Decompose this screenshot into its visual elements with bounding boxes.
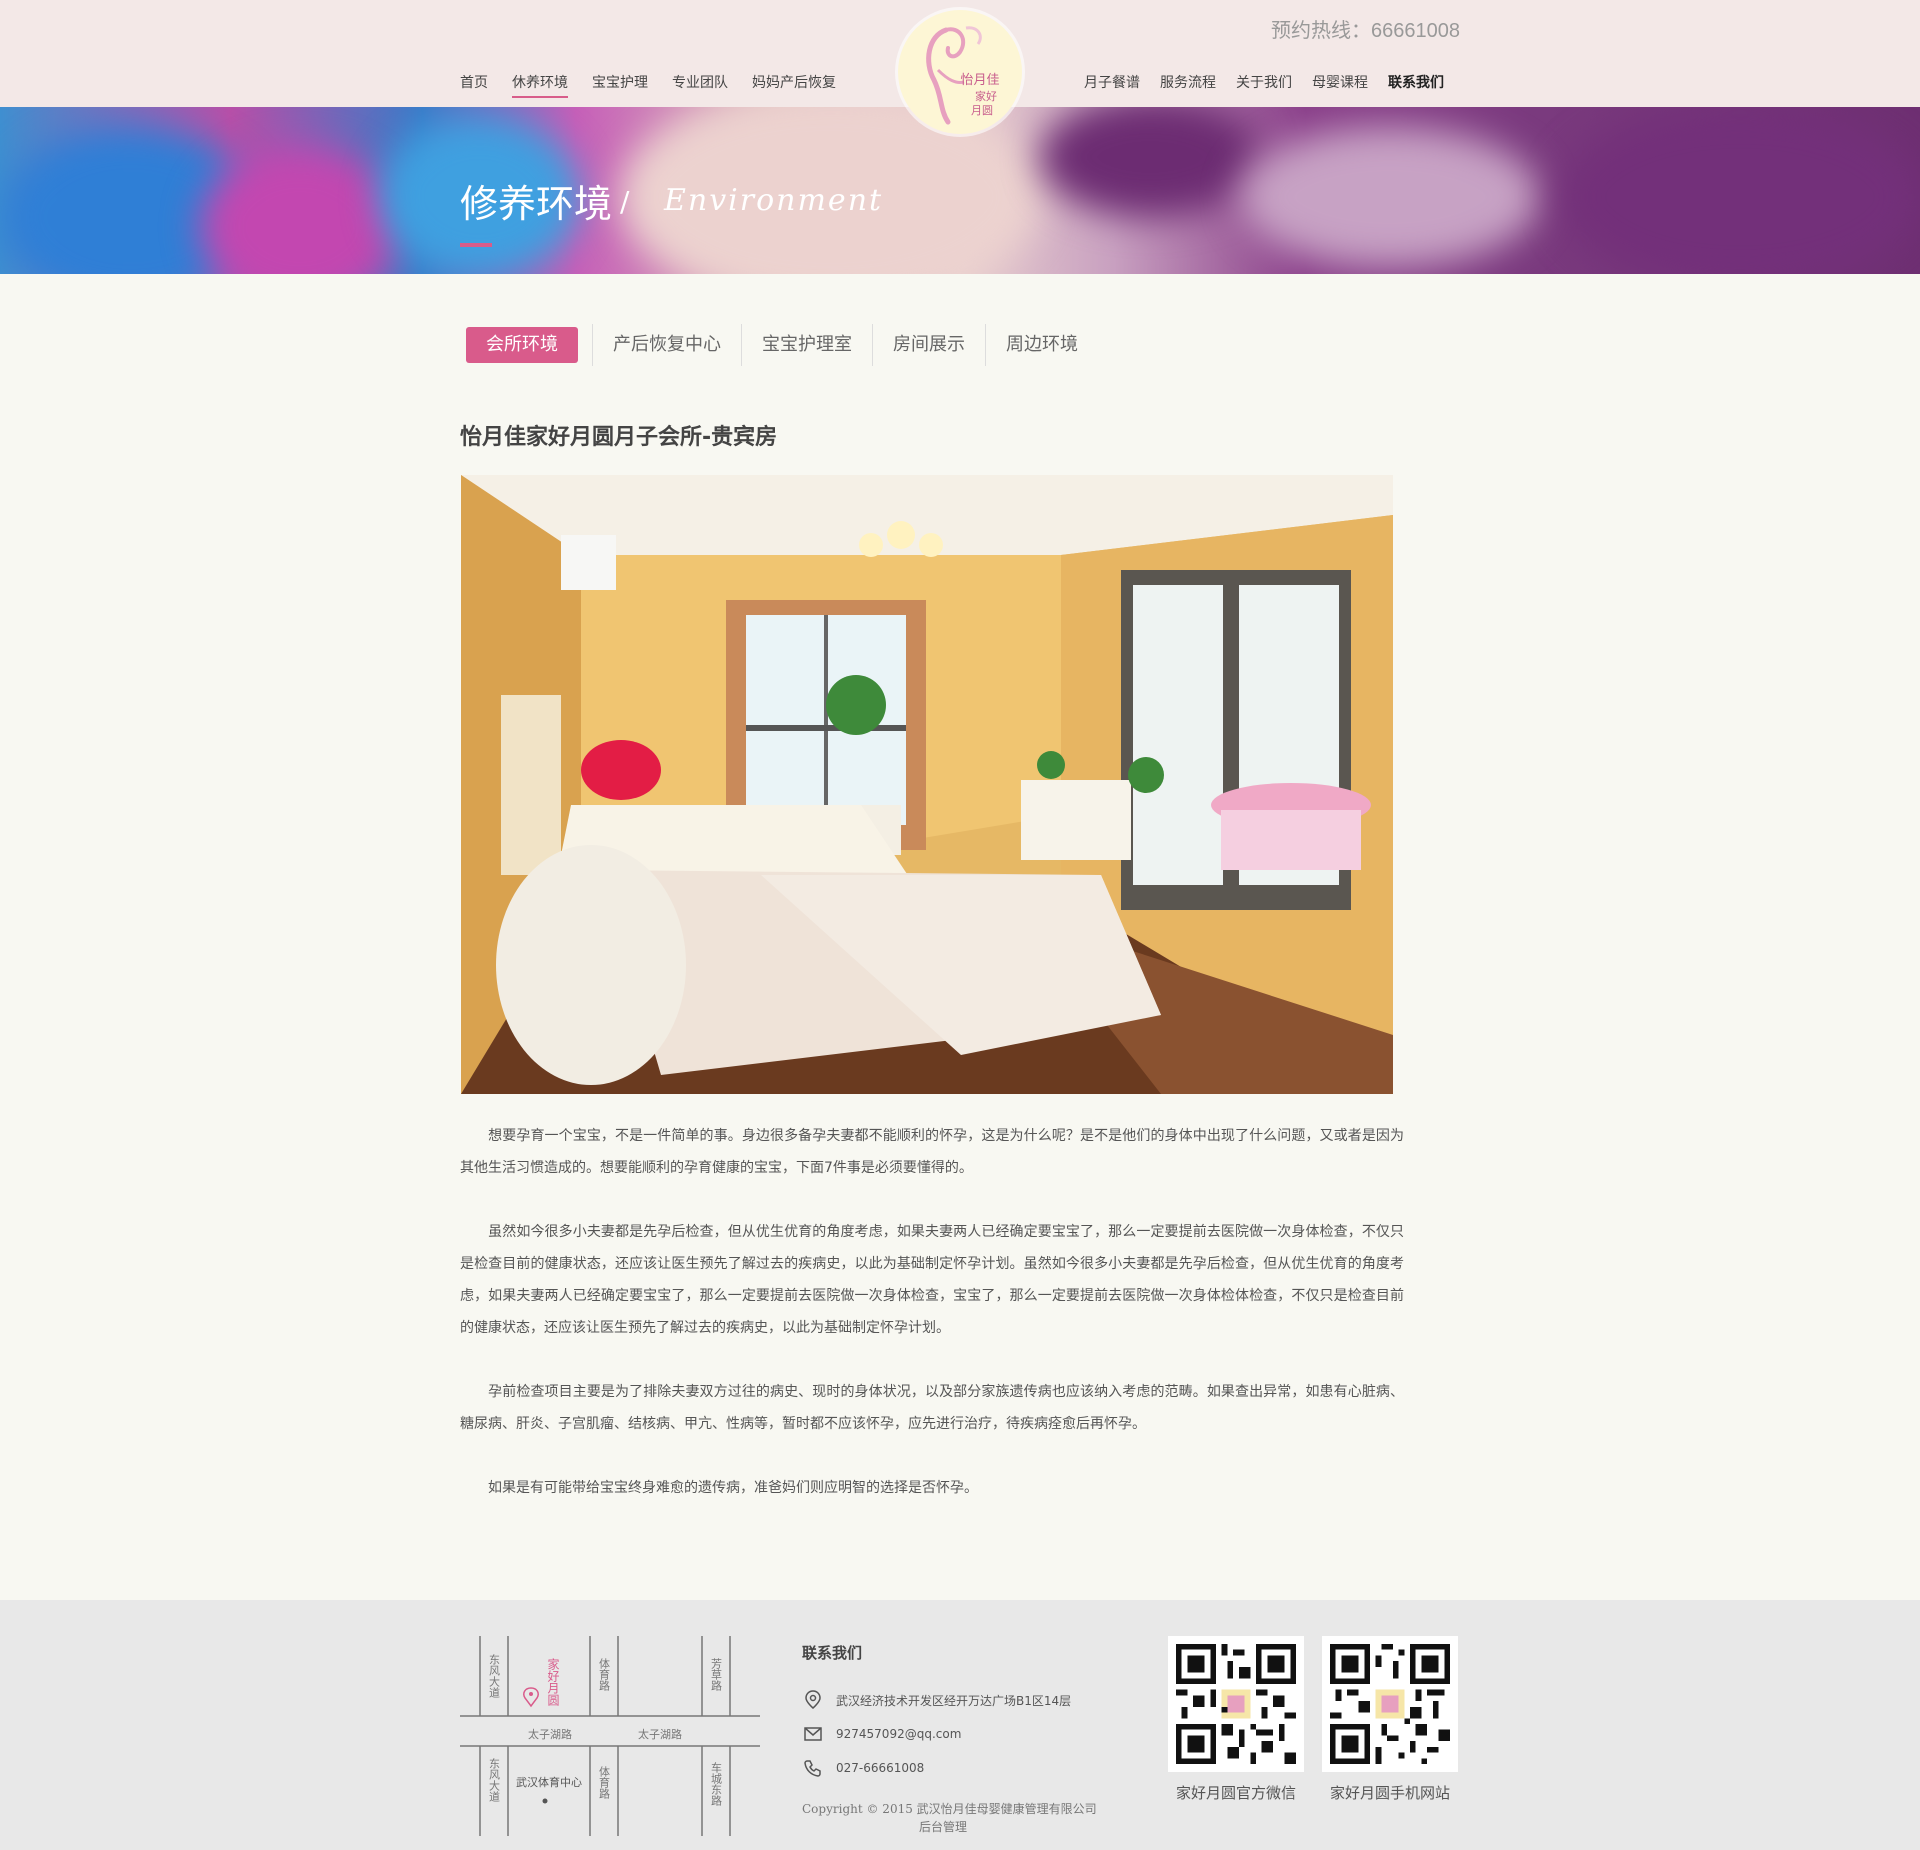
nav-contact[interactable]: 联系我们 [1388,72,1444,96]
article-paragraph: 如果是有可能带给宝宝终身难愈的遗传病，准爸妈们则应明智的选择是否怀孕。 [460,1480,978,1496]
location-map[interactable]: 东风大道 体育路 芳草路 太子湖路 太子湖路 东风大道 体育路 车城东路 家好月… [460,1636,760,1836]
tab-recovery-center[interactable]: 产后恢复中心 [592,324,741,366]
nav-meals[interactable]: 月子餐谱 [1084,72,1140,96]
site-logo[interactable]: 怡月佳 家好 月圆 [898,10,1022,134]
qr-code-icon [1330,1644,1450,1764]
contact-block: 联系我们 武汉经济技术开发区经开万达广场B1区14层 927457092@qq.… [802,1642,1071,1785]
contact-title: 联系我们 [802,1644,863,1662]
map-road-label: 太子湖路 [528,1728,572,1741]
logo-text-1: 怡月佳 [960,73,999,88]
contact-phone: 027-66661008 [802,1751,1071,1785]
nav-postpartum[interactable]: 妈妈产后恢复 [752,72,836,98]
banner-blob [1040,107,1260,217]
banner-slash: / [620,185,630,218]
qr-code-box [1168,1636,1304,1772]
nav-baby-care[interactable]: 宝宝护理 [592,72,648,98]
category-tabs: 会所环境 产后恢复中心 宝宝护理室 房间展示 周边环境 [460,324,1098,366]
tab-baby-care-room[interactable]: 宝宝护理室 [741,324,872,366]
map-illustration: 东风大道 体育路 芳草路 太子湖路 太子湖路 东风大道 体育路 车城东路 家好月… [460,1636,760,1836]
bedroom-image [461,475,1393,1094]
address-text: 武汉经济技术开发区经开万达广场B1区14层 [836,1693,1072,1708]
wechat-qr-caption: 家好月圆官方微信 [1175,1784,1296,1802]
article-body: 想要孕育一个宝宝，不是一件简单的事。身边很多备孕夫妻都不能顺利的怀孕，这是为什么… [460,1120,1404,1536]
wechat-qr: 家好月圆官方微信 [1168,1636,1304,1803]
map-pin-icon [523,1687,539,1708]
logo-text-2: 家好 [975,89,997,103]
banner-title: 修养环境 [460,182,613,226]
map-road-label: 东风大道 [488,1758,501,1802]
phone-icon [802,1757,824,1779]
email-icon [802,1723,824,1745]
nav-process[interactable]: 服务流程 [1160,72,1216,96]
article-paragraph: 想要孕育一个宝宝，不是一件简单的事。身边很多备孕夫妻都不能顺利的怀孕，这是为什么… [460,1128,1404,1176]
nav-courses[interactable]: 母婴课程 [1312,72,1368,96]
nav-team[interactable]: 专业团队 [672,72,728,98]
article-paragraph: 孕前检查项目主要是为了排除夫妻双方过往的病史、现时的身体状况，以及部分家族遗传病… [460,1384,1404,1432]
hotline: 预约热线：66661008 [1271,20,1460,42]
room-photo [461,475,1393,1094]
map-landmark-label: 武汉体育中心 [516,1775,582,1789]
nav-about[interactable]: 关于我们 [1236,72,1292,96]
nav-right: 月子餐谱 服务流程 关于我们 母婴课程 联系我们 [1084,72,1464,96]
logo-mother-baby-icon: 怡月佳 家好 月圆 [926,26,1000,125]
site-footer: 东风大道 体育路 芳草路 太子湖路 太子湖路 东风大道 体育路 车城东路 家好月… [0,1600,1920,1850]
logo-text-3: 月圆 [971,104,993,117]
tab-surroundings[interactable]: 周边环境 [985,324,1098,366]
tab-club-environment[interactable]: 会所环境 [466,327,578,363]
phone-text[interactable]: 027-66661008 [836,1761,924,1775]
mobile-site-qr: 家好月圆手机网站 [1322,1636,1458,1803]
qr-code-icon [1176,1644,1296,1764]
location-icon [802,1689,824,1711]
qr-code-box [1322,1636,1458,1772]
map-road-label: 东风大道 [488,1654,501,1698]
article-title: 怡月佳家好月圆月子会所-贵宾房 [460,425,778,450]
copyright-text: Copyright © 2015 武汉怡月佳母婴健康管理有限公司 [802,1802,1097,1816]
admin-link[interactable]: 后台管理 [802,1818,1097,1836]
article-paragraph: 虽然如今很多小夫妻都是先孕后检查，但从优生优育的角度考虑，如果夫妻两人已经确定要… [460,1224,1404,1336]
nav-home[interactable]: 首页 [460,72,488,98]
email-text[interactable]: 927457092@qq.com [836,1727,961,1741]
map-road-label: 体育路 [598,1657,611,1692]
map-road-label: 车城东路 [710,1761,723,1807]
contact-address: 武汉经济技术开发区经开万达广场B1区14层 [802,1683,1071,1717]
nav-environment[interactable]: 休养环境 [512,72,568,98]
banner-blob [1560,107,1920,274]
mobile-site-qr-caption: 家好月圆手机网站 [1329,1784,1450,1802]
map-road-label: 太子湖路 [638,1728,682,1741]
map-road-label: 体育路 [598,1765,611,1800]
map-road-label: 芳草路 [710,1657,723,1692]
nav-left: 首页 休养环境 宝宝护理 专业团队 妈妈产后恢复 [460,72,860,98]
tab-rooms[interactable]: 房间展示 [872,324,985,366]
banner-blob [1240,127,1540,267]
map-marker-label: 家好月圆 [546,1657,560,1707]
contact-email: 927457092@qq.com [802,1717,1071,1751]
copyright-block: Copyright © 2015 武汉怡月佳母婴健康管理有限公司 后台管理 [802,1800,1097,1836]
banner-subtitle: Environment [664,183,884,218]
banner-underline [460,243,492,247]
